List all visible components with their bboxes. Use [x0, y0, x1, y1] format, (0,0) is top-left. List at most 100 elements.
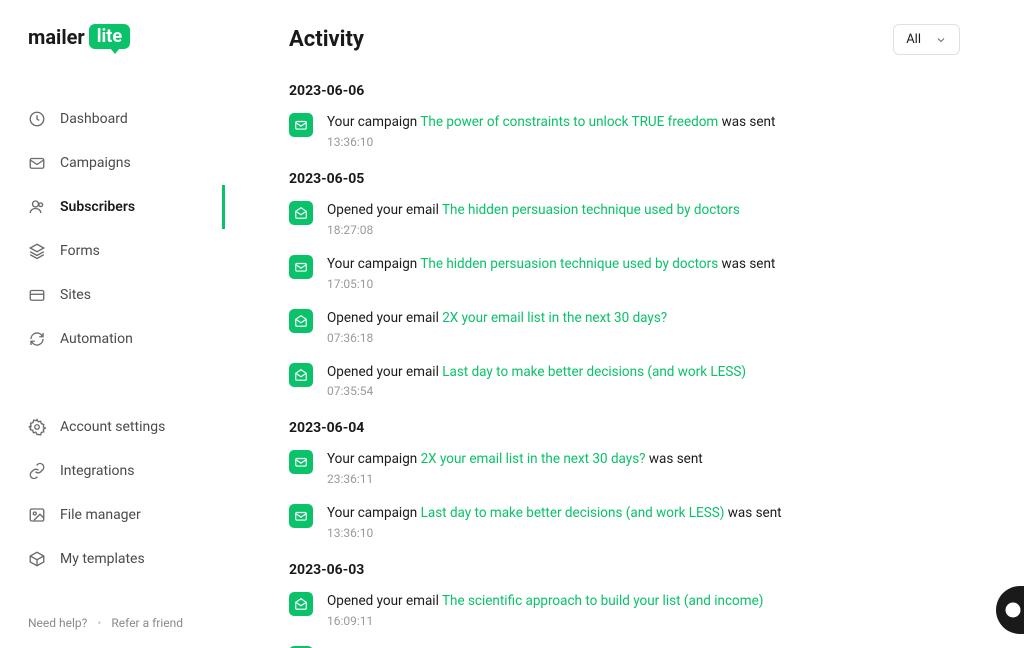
activity-time: 13:36:10	[327, 135, 960, 149]
date-group: 2023-06-06 Your campaign The power of co…	[289, 83, 960, 149]
activity-content: Opened your email The hidden persuasion …	[327, 201, 960, 237]
activity-text: Opened your email 2X your email list in …	[327, 309, 960, 328]
filter-dropdown[interactable]: All	[893, 24, 960, 55]
activity-text: Your campaign The power of constraints t…	[327, 113, 960, 132]
card-icon	[28, 286, 46, 304]
date-header: 2023-06-04	[289, 420, 960, 436]
nav-item-my-templates[interactable]: My templates	[0, 537, 225, 581]
mail-open-icon	[294, 597, 308, 611]
activity-time: 07:36:18	[327, 331, 960, 345]
activity-item: Opened your email 2X your email list in …	[289, 309, 960, 345]
activity-icon-box	[289, 113, 313, 137]
nav-item-campaigns[interactable]: Campaigns	[0, 141, 225, 185]
chat-icon	[1004, 601, 1022, 619]
nav-item-account-settings[interactable]: Account settings	[0, 405, 225, 449]
activity-item: Your campaign 2X your email list in the …	[289, 450, 960, 486]
mail-open-icon	[294, 206, 308, 220]
brand-logo[interactable]: mailer lite	[0, 0, 225, 69]
date-header: 2023-06-06	[289, 83, 960, 99]
nav-label: Sites	[60, 287, 91, 303]
date-group: 2023-06-03 Opened your email The scienti…	[289, 562, 960, 648]
nav-item-forms[interactable]: Forms	[0, 229, 225, 273]
nav-item-sites[interactable]: Sites	[0, 273, 225, 317]
refresh-icon	[28, 330, 46, 348]
gear-icon	[28, 418, 46, 436]
nav-label: File manager	[60, 507, 141, 523]
page-header: Activity All	[289, 24, 960, 55]
date-group: 2023-06-05 Opened your email The hidden …	[289, 171, 960, 399]
nav-label: Integrations	[60, 463, 134, 479]
activity-link[interactable]: The hidden persuasion technique used by …	[420, 256, 718, 272]
nav-item-file-manager[interactable]: File manager	[0, 493, 225, 537]
activity-item: Opened your email Last day to make bette…	[289, 363, 960, 399]
filter-value: All	[906, 32, 921, 47]
activity-item: Your campaign The hidden persuasion tech…	[289, 255, 960, 291]
date-group: 2023-06-04 Your campaign 2X your email l…	[289, 420, 960, 540]
activity-link[interactable]: The scientific approach to build your li…	[442, 593, 763, 609]
logo-suffix: lite	[89, 24, 130, 49]
mail-icon	[294, 118, 308, 132]
activity-link[interactable]: Last day to make better decisions (and w…	[442, 364, 746, 380]
activity-text: Opened your email Last day to make bette…	[327, 363, 960, 382]
mail-icon	[294, 455, 308, 469]
nav-label: Subscribers	[60, 199, 135, 215]
package-icon	[28, 550, 46, 568]
activity-item: Your campaign Last day to make better de…	[289, 504, 960, 540]
nav-item-automation[interactable]: Automation	[0, 317, 225, 361]
activity-time: 18:27:08	[327, 223, 960, 237]
mail-open-icon	[294, 368, 308, 382]
activity-icon-box	[289, 363, 313, 387]
layers-icon	[28, 242, 46, 260]
mail-open-icon	[294, 314, 308, 328]
image-icon	[28, 506, 46, 524]
mail-icon	[294, 260, 308, 274]
activity-content: Opened your email 2X your email list in …	[327, 309, 960, 345]
sidebar: mailer lite Dashboard Campaigns Subscrib…	[0, 0, 225, 648]
nav-item-subscribers[interactable]: Subscribers	[0, 185, 225, 229]
activity-text: Opened your email The hidden persuasion …	[327, 201, 960, 220]
sidebar-footer: Need help? • Refer a friend	[0, 598, 225, 648]
activity-link[interactable]: 2X your email list in the next 30 days?	[421, 451, 646, 467]
users-icon	[28, 198, 46, 216]
activity-item: Opened your email The hidden persuasion …	[289, 201, 960, 237]
date-header: 2023-06-05	[289, 171, 960, 187]
activity-time: 16:09:11	[327, 614, 960, 628]
activity-icon-box	[289, 504, 313, 528]
activity-link[interactable]: The power of constraints to unlock TRUE …	[420, 114, 718, 130]
nav-item-integrations[interactable]: Integrations	[0, 449, 225, 493]
nav-label: Automation	[60, 331, 133, 347]
activity-text: Your campaign 2X your email list in the …	[327, 450, 960, 469]
activity-text: Your campaign The hidden persuasion tech…	[327, 255, 960, 274]
logo-prefix: mailer	[28, 25, 85, 49]
activity-link[interactable]: The hidden persuasion technique used by …	[442, 202, 740, 218]
activity-link[interactable]: Last day to make better decisions (and w…	[421, 505, 725, 521]
main-content: Activity All 2023-06-06 Your campaign Th…	[225, 0, 1024, 648]
activity-icon-box	[289, 201, 313, 225]
activity-item: Opened your email The scientific approac…	[289, 592, 960, 628]
activity-time: 17:05:10	[327, 277, 960, 291]
mail-icon	[28, 154, 46, 172]
activity-content: Your campaign The hidden persuasion tech…	[327, 255, 960, 291]
activity-icon-box	[289, 592, 313, 616]
help-link[interactable]: Need help?	[28, 616, 87, 630]
nav-item-dashboard[interactable]: Dashboard	[0, 97, 225, 141]
activity-link[interactable]: 2X your email list in the next 30 days?	[442, 310, 667, 326]
activity-time: 23:36:11	[327, 472, 960, 486]
mail-icon	[294, 509, 308, 523]
activity-item: Your campaign The power of constraints t…	[289, 113, 960, 149]
nav-label: My templates	[60, 551, 145, 567]
refer-link[interactable]: Refer a friend	[111, 616, 183, 630]
clock-icon	[28, 110, 46, 128]
date-header: 2023-06-03	[289, 562, 960, 578]
nav-label: Dashboard	[60, 111, 128, 127]
nav-label: Campaigns	[60, 155, 131, 171]
activity-content: Opened your email The scientific approac…	[327, 592, 960, 628]
activity-content: Your campaign The power of constraints t…	[327, 113, 960, 149]
activity-content: Your campaign Last day to make better de…	[327, 504, 960, 540]
chevron-down-icon	[935, 34, 947, 46]
page-title: Activity	[289, 27, 364, 52]
activity-content: Opened your email Last day to make bette…	[327, 363, 960, 399]
nav-label: Account settings	[60, 419, 165, 435]
activity-text: Your campaign Last day to make better de…	[327, 504, 960, 523]
link-icon	[28, 462, 46, 480]
